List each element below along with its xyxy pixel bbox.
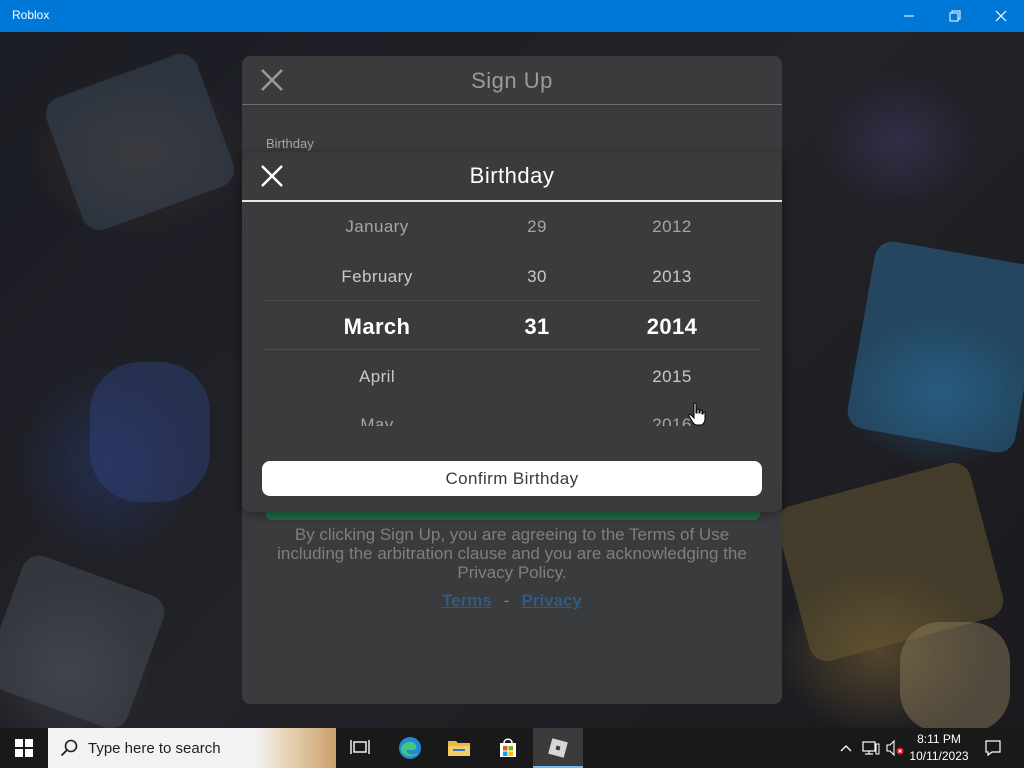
hand-cursor-icon [688,402,706,426]
date-picker-wheels: January February March April May 29 30 3… [242,214,782,426]
restore-icon [949,10,961,22]
month-option[interactable]: May [317,415,437,426]
year-option[interactable]: 2012 [617,217,727,237]
window-title: Roblox [12,8,50,22]
privacy-link[interactable]: Privacy [521,591,582,610]
start-button[interactable] [0,728,48,768]
network-icon [862,741,880,755]
day-option[interactable]: 29 [497,217,577,237]
month-wheel[interactable]: January February March April May [317,214,437,426]
file-explorer-button[interactable] [435,728,483,768]
background-tile [40,48,240,236]
confirm-birthday-button[interactable]: Confirm Birthday [262,461,762,496]
search-icon [60,739,78,757]
notification-icon [985,740,1001,757]
edge-taskbar-button[interactable] [386,728,434,768]
birthday-picker-title: Birthday [469,163,555,188]
roblox-taskbar-icon-wrap[interactable] [533,728,583,768]
birthday-picker-header: Birthday [242,152,782,202]
volume-tray-button[interactable] [884,728,906,768]
action-center-button[interactable] [978,728,1008,768]
year-option[interactable]: 2013 [617,267,727,287]
show-hidden-icons-button[interactable] [836,728,856,768]
day-option-selected[interactable]: 31 [497,314,577,340]
birthday-label: Birthday [266,136,314,151]
month-option-selected[interactable]: March [317,314,437,340]
taskbar-search-box[interactable]: Type here to search [48,728,336,768]
year-option[interactable]: 2016 [617,415,727,426]
terms-link[interactable]: Terms [442,591,492,610]
search-highlight-image [256,728,336,768]
background-tile [900,622,1010,728]
clock-date: 10/11/2023 [909,749,969,763]
close-window-button[interactable] [978,0,1024,32]
legal-links: Terms - Privacy [242,591,782,611]
day-wheel[interactable]: 29 30 31 [497,214,577,426]
windows-taskbar: Type here to search 8:11 PM 10/11/2023 [0,728,1024,768]
signup-header: Sign Up [242,56,782,105]
search-placeholder: Type here to search [88,739,221,757]
close-icon [995,10,1007,22]
month-option[interactable]: January [317,217,437,237]
network-tray-button[interactable] [860,728,882,768]
year-option[interactable]: 2015 [617,367,727,387]
year-wheel[interactable]: 2012 2013 2014 2015 2016 [617,214,727,426]
edge-icon [399,737,421,759]
task-view-button[interactable] [336,728,384,768]
restore-button[interactable] [932,0,978,32]
window-titlebar: Roblox [0,0,1024,32]
birthday-picker-modal: Birthday January February March April Ma… [242,152,782,512]
minimize-button[interactable] [886,0,932,32]
store-button[interactable] [484,728,532,768]
volume-muted-icon [886,740,904,756]
background-tile [844,238,1024,456]
windows-start-icon [15,739,33,757]
file-explorer-icon [448,741,470,756]
chevron-up-icon [840,745,852,752]
day-option[interactable]: 30 [497,267,577,287]
task-view-icon [350,740,370,754]
background-tile [90,362,210,502]
store-icon [500,738,516,757]
background-tile [0,550,170,728]
month-option[interactable]: February [317,267,437,287]
minimize-icon [904,15,914,17]
taskbar-clock[interactable]: 8:11 PM 10/11/2023 [904,731,974,765]
terms-text: By clicking Sign Up, you are agreeing to… [277,525,747,582]
signup-title: Sign Up [471,68,553,93]
clock-time: 8:11 PM [917,732,961,746]
month-option[interactable]: April [317,367,437,387]
year-option-selected[interactable]: 2014 [617,314,727,340]
roblox-icon [548,738,568,758]
link-separator: - [503,591,510,610]
